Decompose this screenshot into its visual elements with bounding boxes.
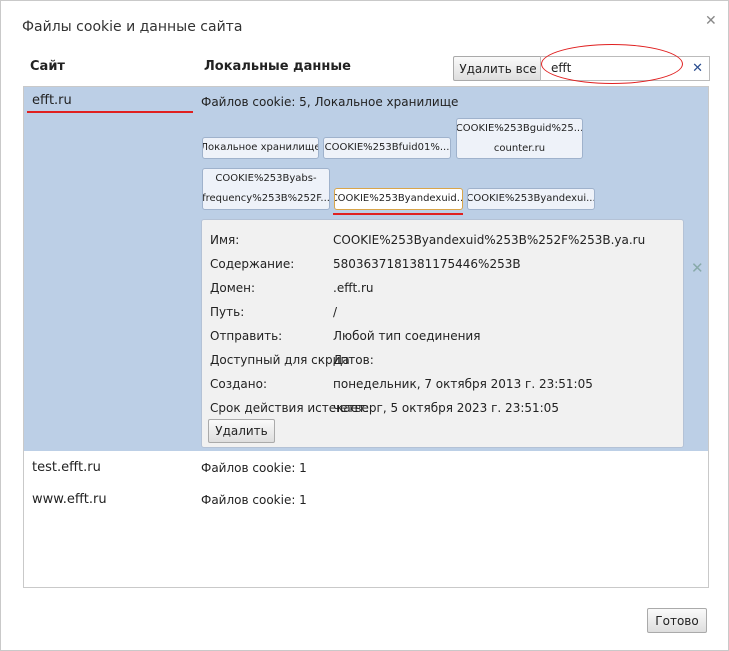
done-button[interactable]: Готово	[647, 608, 707, 633]
site-summary: Файлов cookie: 1	[201, 493, 307, 507]
search-input[interactable]	[551, 61, 681, 75]
chip-label-path: frequency%253B%252F...	[202, 193, 330, 204]
site-name: efft.ru	[32, 93, 72, 108]
chip-label: Локальное хранилище	[202, 142, 319, 153]
chip-cookie-fuid01[interactable]: COOKIE%253Bfuid01%...	[323, 137, 451, 159]
chip-cookie-yandexui[interactable]: COOKIE%253Byandexui...	[467, 188, 595, 210]
cookie-details-panel: Имя: COOKIE%253Byandexuid%253B%252F%253B…	[201, 219, 684, 448]
dialog-title: Файлы cookie и данные сайта	[22, 19, 243, 35]
detail-value: Любой тип соединения	[333, 329, 481, 343]
detail-row-send-for: Отправить: Любой тип соединения	[210, 329, 680, 347]
chip-local-storage[interactable]: Локальное хранилище	[202, 137, 319, 159]
chip-label: COOKIE%253Bguid%25...	[456, 122, 583, 134]
site-list[interactable]: efft.ru Файлов cookie: 5, Локальное хран…	[23, 86, 709, 588]
chip-cookie-yandexuid-selected[interactable]: COOKIE%253Byandexuid...	[334, 188, 463, 210]
detail-value: четверг, 5 октября 2023 г. 23:51:05	[333, 401, 559, 415]
detail-value: Да	[333, 353, 350, 367]
chip-cookie-guid[interactable]: COOKIE%253Bguid%25... counter.ru	[456, 118, 583, 159]
search-box: ✕	[540, 56, 710, 81]
remove-site-icon[interactable]: ✕	[691, 259, 704, 277]
detail-value: /	[333, 305, 338, 319]
chip-label-domain: counter.ru	[493, 142, 546, 154]
cookies-dialog: Файлы cookie и данные сайта ✕ Сайт Локал…	[0, 0, 729, 651]
detail-row-expires: Срок действия истекает: четверг, 5 октяб…	[210, 401, 680, 419]
site-summary: Файлов cookie: 1	[201, 461, 307, 475]
delete-cookie-button[interactable]: Удалить	[208, 419, 275, 443]
column-header-local-data: Локальные данные	[204, 59, 351, 74]
detail-row-path: Путь: /	[210, 305, 680, 323]
detail-label: Имя:	[210, 233, 240, 247]
chip-label: COOKIE%253Byandexuid...	[334, 193, 463, 204]
annotation-underline	[333, 213, 463, 215]
detail-label: Содержание:	[210, 257, 295, 271]
detail-row-script-access: Доступный для скриптов: Да	[210, 353, 680, 371]
detail-label: Создано:	[210, 377, 267, 391]
detail-row-content: Содержание: 5803637181381175446%253B	[210, 257, 680, 275]
remove-all-button[interactable]: Удалить все	[453, 56, 543, 81]
site-name[interactable]: test.efft.ru	[32, 460, 101, 475]
detail-value: 5803637181381175446%253B	[333, 257, 521, 271]
clear-icon[interactable]: ✕	[692, 61, 703, 76]
chip-label: COOKIE%253Byandexui...	[467, 193, 595, 204]
detail-value: понедельник, 7 октября 2013 г. 23:51:05	[333, 377, 593, 391]
chip-label: COOKIE%253Byabs-	[215, 173, 317, 184]
detail-row-name: Имя: COOKIE%253Byandexuid%253B%252F%253B…	[210, 233, 680, 251]
detail-label: Путь:	[210, 305, 245, 319]
detail-label: Отправить:	[210, 329, 283, 343]
annotation-underline	[27, 111, 193, 113]
chip-label: COOKIE%253Bfuid01%...	[324, 142, 450, 153]
detail-value: .efft.ru	[333, 281, 374, 295]
detail-value: COOKIE%253Byandexuid%253B%252F%253B.ya.r…	[333, 233, 646, 247]
site-name[interactable]: www.efft.ru	[32, 492, 107, 507]
chip-cookie-yabs-frequency[interactable]: COOKIE%253Byabs- frequency%253B%252F...	[202, 168, 330, 210]
site-summary: Файлов cookie: 5, Локальное хранилище	[201, 95, 459, 109]
selected-site-row[interactable]: efft.ru Файлов cookie: 5, Локальное хран…	[24, 87, 708, 451]
detail-row-domain: Домен: .efft.ru	[210, 281, 680, 299]
detail-row-created: Создано: понедельник, 7 октября 2013 г. …	[210, 377, 680, 395]
close-icon[interactable]: ✕	[705, 13, 717, 29]
column-header-site: Сайт	[30, 59, 65, 74]
detail-label: Домен:	[210, 281, 256, 295]
